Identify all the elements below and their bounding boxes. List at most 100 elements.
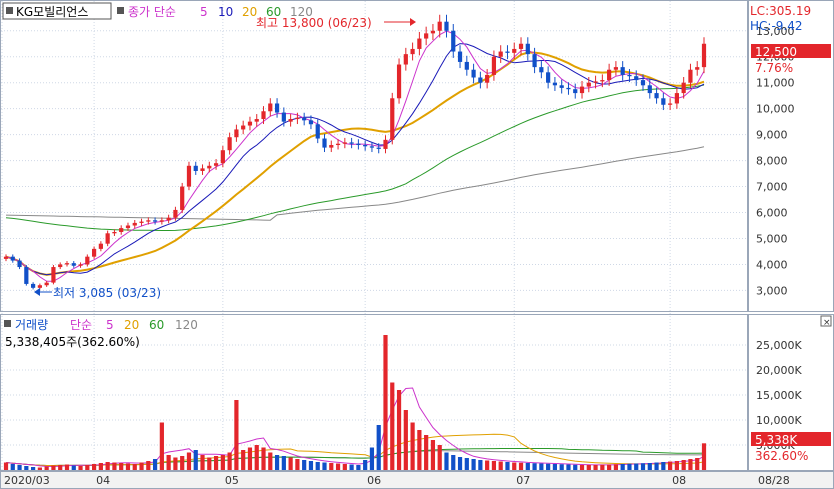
- candle-body: [200, 168, 205, 171]
- legend-vol-ma20: 20: [124, 318, 139, 332]
- volume-bar: [308, 461, 314, 470]
- volume-bar: [322, 462, 327, 470]
- candle-body: [451, 30, 456, 52]
- candle-body: [234, 129, 239, 138]
- candle-body: [78, 264, 83, 266]
- volume-bar: [600, 464, 605, 470]
- candle-body: [383, 139, 388, 149]
- volume-bar: [91, 464, 97, 470]
- date-tick-label: 07: [516, 474, 530, 487]
- high-annotation: 최고 13,800 (06/23): [256, 16, 372, 30]
- current-volume: 5,338K: [755, 433, 798, 447]
- volume-bar: [64, 464, 70, 470]
- volume-info: 5,338,405주(362.60%): [5, 335, 140, 349]
- price-tick-label: 4,000: [756, 258, 788, 271]
- date-tick-label: 08: [672, 474, 686, 487]
- volume-bar: [58, 465, 63, 470]
- candle-body: [3, 256, 9, 259]
- volume-bar: [701, 443, 707, 470]
- candle-body: [424, 33, 429, 39]
- candle-body: [363, 145, 368, 147]
- candle-body: [607, 69, 612, 81]
- volume-bar: [573, 464, 578, 470]
- hc-value: HC:-9.42: [750, 19, 803, 33]
- candle-body: [37, 285, 42, 288]
- candle-body: [566, 87, 571, 90]
- volume-bar: [186, 452, 192, 470]
- volume-bar: [532, 463, 537, 470]
- date-tick-label: 04: [96, 474, 110, 487]
- volume-bar: [376, 425, 381, 470]
- volume-bar: [593, 465, 598, 470]
- current-price: 12,500: [755, 45, 797, 59]
- volume-bar: [695, 458, 700, 470]
- candle-body: [349, 142, 354, 144]
- candle-body: [512, 48, 517, 53]
- volume-bar: [254, 445, 259, 470]
- volume-bar: [213, 456, 219, 470]
- legend-ma5: 5: [200, 5, 208, 19]
- candle-body: [559, 85, 564, 88]
- candle-body: [579, 86, 585, 94]
- price-tick-label: 5,000: [756, 232, 788, 245]
- volume-bar: [417, 430, 422, 470]
- candle-body: [220, 150, 225, 164]
- candle-body: [586, 82, 591, 87]
- candle-body: [98, 243, 103, 249]
- volume-bar: [241, 450, 246, 470]
- candle-body: [342, 142, 347, 144]
- candle-body: [485, 74, 490, 83]
- volume-tick-label: 20,000K: [756, 364, 802, 377]
- candle-body: [647, 85, 652, 94]
- candle-body: [464, 61, 469, 70]
- legend-vol-ma5: 5: [106, 318, 114, 332]
- volume-bar: [112, 462, 117, 470]
- volume-bar: [288, 457, 293, 470]
- volume-bar: [491, 461, 497, 470]
- volume-bar: [295, 459, 300, 470]
- candle-body: [186, 165, 192, 187]
- volume-bar: [329, 463, 334, 470]
- candle-body: [173, 209, 178, 218]
- candle-body: [112, 232, 117, 234]
- candle-body: [105, 233, 110, 244]
- volume-bar: [220, 455, 225, 470]
- candle-body: [410, 48, 415, 55]
- candle-body: [634, 76, 639, 81]
- candle-body: [17, 260, 22, 268]
- candle-body: [600, 80, 605, 82]
- candle-body: [213, 163, 219, 166]
- candle-body: [85, 256, 90, 265]
- stock-chart-svg: 13,00012,00011,00010,0009,0008,0007,0006…: [0, 0, 834, 489]
- volume-bar: [654, 462, 659, 470]
- volume-bar: [627, 463, 632, 470]
- volume-tick-label: 10,000K: [756, 414, 802, 427]
- candle-body: [681, 82, 686, 94]
- volume-bar: [207, 457, 212, 470]
- candle-body: [478, 77, 483, 83]
- volume-bar: [688, 459, 693, 470]
- candle-body: [498, 51, 503, 57]
- candle-body: [91, 248, 97, 257]
- candle-body: [227, 137, 232, 151]
- volume-bar: [607, 464, 612, 470]
- volume-bar: [471, 459, 476, 470]
- volume-bar: [180, 456, 185, 470]
- candle-body: [593, 81, 598, 83]
- candle-body: [668, 103, 673, 105]
- candle-body: [268, 103, 273, 112]
- candle-body: [369, 146, 375, 148]
- volume-bar: [668, 461, 673, 470]
- volume-bar: [681, 460, 686, 470]
- volume-bar: [119, 463, 124, 470]
- volume-bar: [281, 456, 286, 470]
- volume-bar: [634, 463, 639, 470]
- volume-bar: [539, 463, 544, 470]
- volume-bar: [247, 447, 253, 470]
- volume-bar: [342, 464, 347, 470]
- volume-bar: [302, 460, 307, 470]
- volume-bar: [559, 464, 564, 470]
- candle-body: [654, 93, 659, 99]
- volume-tick-label: 15,000K: [756, 389, 802, 402]
- volume-bar: [159, 422, 164, 470]
